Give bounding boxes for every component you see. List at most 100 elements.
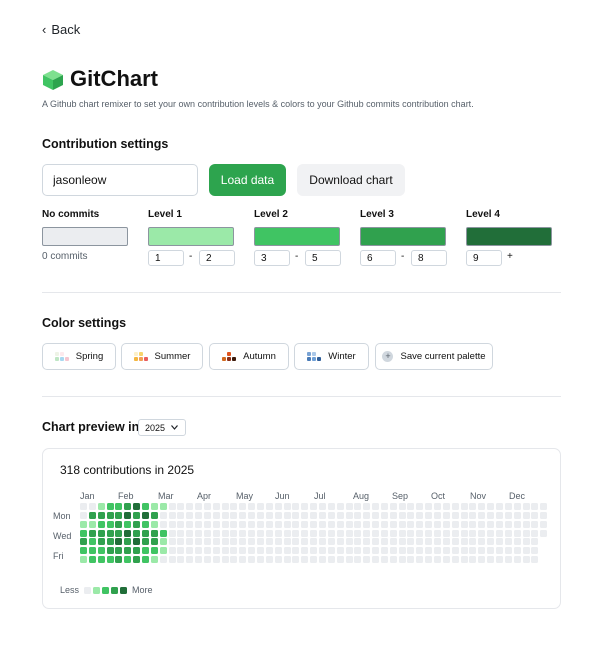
contribution-cell (336, 556, 344, 564)
contribution-cell (239, 547, 247, 555)
contribution-cell (203, 538, 211, 546)
day-label: Wed (53, 531, 72, 541)
username-input[interactable] (42, 164, 198, 196)
month-label: Oct (431, 491, 446, 501)
legend-more: More (132, 585, 153, 595)
contribution-cell (248, 538, 256, 546)
contribution-cell (150, 547, 158, 555)
contribution-cell (301, 538, 309, 546)
contribution-cell (495, 520, 503, 528)
contribution-cell (363, 503, 371, 510)
palette-autumn-button[interactable]: Autumn (209, 343, 289, 370)
contribution-cell (318, 503, 326, 510)
level-2-max-input[interactable]: 5 (305, 250, 341, 266)
color-swatch-level-2[interactable] (254, 227, 340, 246)
color-swatch-level-4[interactable] (466, 227, 552, 246)
contribution-cell (434, 503, 441, 510)
contribution-cell (363, 529, 371, 537)
contribution-cell (159, 556, 167, 564)
contribution-cell (159, 529, 167, 537)
plus-icon: + (382, 351, 394, 362)
year-select[interactable]: 2025 (138, 419, 186, 436)
contribution-cell (292, 547, 300, 555)
contribution-cell (88, 547, 96, 555)
contribution-cell (230, 520, 238, 528)
contribution-cell (265, 511, 273, 519)
contribution-cell (540, 529, 548, 537)
contribution-cell (150, 529, 158, 537)
contribution-cell (398, 503, 406, 510)
contribution-cell (239, 503, 247, 510)
contribution-cell (354, 503, 362, 510)
contribution-cell (274, 556, 282, 564)
contribution-cell (177, 511, 185, 519)
contribution-cell (407, 556, 415, 564)
contribution-cell (221, 520, 229, 528)
contribution-cell (97, 538, 105, 546)
contribution-cell (212, 529, 220, 537)
contribution-cell (221, 503, 229, 510)
contribution-cell (274, 520, 282, 528)
color-swatch-level-1[interactable] (148, 227, 234, 246)
level-4-min-input[interactable]: 9 (466, 250, 502, 266)
contribution-cell (195, 547, 203, 555)
contribution-cell (451, 503, 459, 510)
contribution-cell (416, 520, 424, 528)
contribution-cell (513, 556, 521, 564)
contribution-cell (460, 503, 468, 510)
contribution-cell (389, 520, 397, 528)
download-chart-button[interactable]: Download chart (297, 164, 405, 196)
month-label: Apr (197, 491, 212, 501)
color-swatch-level-3[interactable] (360, 227, 446, 246)
contribution-cell (159, 503, 167, 510)
contribution-cell (301, 503, 309, 510)
contribution-cell (425, 556, 433, 564)
contribution-cell (310, 529, 318, 537)
contribution-cell (195, 511, 203, 519)
contribution-cell (522, 538, 530, 546)
level-3-max-input[interactable]: 8 (411, 250, 447, 266)
contribution-cell (186, 538, 194, 546)
contribution-cell (168, 511, 176, 519)
contribution-cell (345, 556, 353, 564)
contribution-cell (186, 547, 194, 555)
load-data-button[interactable]: Load data (209, 164, 286, 196)
level-3-min-input[interactable]: 6 (360, 250, 396, 266)
contribution-cell (150, 520, 158, 528)
palette-summer-button[interactable]: Summer (121, 343, 203, 370)
level-1-min-input[interactable]: 1 (148, 250, 184, 266)
month-label: Mar (158, 491, 174, 501)
contribution-cell (442, 529, 450, 537)
contribution-cell (221, 511, 229, 519)
contribution-cell (345, 538, 353, 546)
contribution-cell (336, 511, 344, 519)
contribution-settings-heading: Contribution settings (42, 137, 169, 151)
back-link[interactable]: ‹ Back (42, 22, 80, 37)
contribution-cell (540, 503, 548, 510)
contribution-cell (336, 538, 344, 546)
contribution-cell (274, 511, 282, 519)
palette-spring-button[interactable]: Spring (42, 343, 116, 370)
contribution-cell (248, 556, 256, 564)
contribution-cell (168, 529, 176, 537)
contribution-cell (487, 547, 495, 555)
save-palette-label: Save current palette (400, 351, 486, 362)
level-2-min-input[interactable]: 3 (254, 250, 290, 266)
contribution-cell (97, 556, 105, 564)
contribution-cell (80, 556, 87, 564)
contribution-cell (478, 547, 486, 555)
contribution-cell (301, 556, 309, 564)
contribution-cell (203, 547, 211, 555)
contribution-cell (212, 556, 220, 564)
level-1-max-input[interactable]: 2 (199, 250, 235, 266)
month-label: Jan (80, 491, 95, 501)
back-label: Back (51, 22, 81, 37)
contribution-cell (195, 556, 203, 564)
save-palette-button[interactable]: + Save current palette (375, 343, 493, 370)
contribution-cell (327, 538, 335, 546)
contribution-cell (531, 538, 539, 546)
contribution-cell (301, 520, 309, 528)
contribution-cell (495, 511, 503, 519)
palette-winter-button[interactable]: Winter (294, 343, 369, 370)
color-swatch-none[interactable] (42, 227, 128, 246)
